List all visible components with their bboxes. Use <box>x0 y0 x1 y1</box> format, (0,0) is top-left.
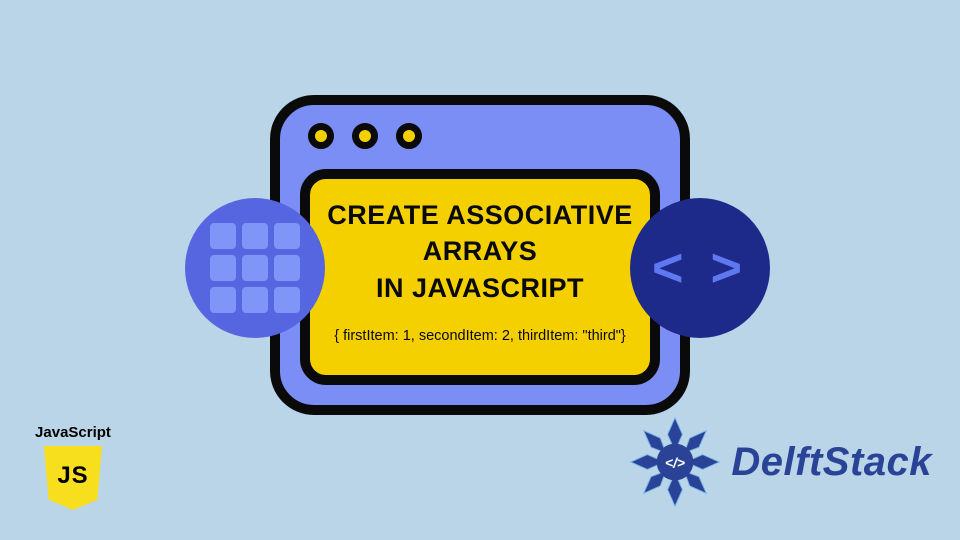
code-badge: < > <box>630 198 770 338</box>
grid-badge <box>185 198 325 338</box>
code-sample: { firstItem: 1, secondItem: 2, thirdItem… <box>334 328 626 344</box>
headline-line: Create Associative Arrays <box>327 200 633 266</box>
svg-text:</>: </> <box>665 456 685 471</box>
javascript-shield-text: JS <box>57 462 88 490</box>
window-dot-icon <box>352 123 378 149</box>
window-content-panel: Create Associative Arrays in JavaScript … <box>300 169 660 385</box>
window-titlebar <box>308 123 422 149</box>
window-dot-icon <box>308 123 334 149</box>
javascript-label: JavaScript <box>30 424 116 441</box>
code-brackets-icon: < > <box>652 237 748 299</box>
grid-icon <box>210 223 300 313</box>
delftstack-mark-icon: </> <box>629 416 721 508</box>
headline-line: in JavaScript <box>376 273 584 303</box>
javascript-shield-icon: JS <box>44 446 102 510</box>
delftstack-wordmark: DelftStack <box>731 440 932 485</box>
window-dot-icon <box>396 123 422 149</box>
delftstack-logo: </> DelftStack <box>629 416 932 508</box>
javascript-badge: JavaScript JS <box>30 424 116 510</box>
browser-window: Create Associative Arrays in JavaScript … <box>270 95 690 415</box>
headline: Create Associative Arrays in JavaScript <box>324 197 636 306</box>
